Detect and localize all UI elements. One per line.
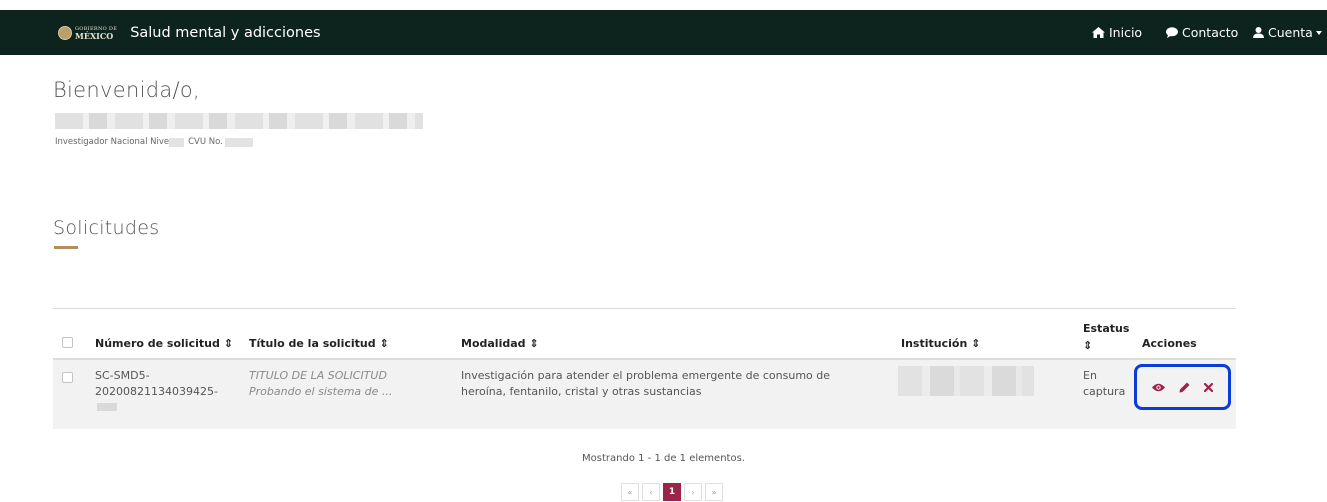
nav-cuenta-label: Cuenta: [1268, 25, 1313, 40]
cell-titulo: TITULO DE LA SOLICITUD Probando el siste…: [249, 369, 393, 398]
cvu-label: CVU No.: [188, 137, 223, 147]
col-numero-header[interactable]: Número de solicitud ⇕: [95, 337, 233, 350]
redacted-number-suffix: [97, 403, 117, 411]
top-navbar: GOBIERNO DE MÉXICO Salud mental y adicci…: [0, 10, 1327, 55]
welcome-heading: Bienvenida/o,: [53, 78, 201, 102]
col-estatus-header[interactable]: Estatus ⇕: [1083, 320, 1129, 354]
cell-estatus: En captura: [1083, 369, 1126, 398]
researcher-level-label: Investigador Nacional Nive: [55, 137, 170, 147]
eye-icon: [1152, 383, 1165, 391]
nav-contacto-label: Contacto: [1182, 25, 1239, 40]
researcher-info: Investigador Nacional Nive CVU No.: [55, 137, 253, 147]
pagination-summary: Mostrando 1 - 1 de 1 elementos.: [582, 453, 745, 464]
view-button[interactable]: [1152, 383, 1165, 392]
sort-icon: ⇕: [223, 337, 233, 350]
section-title: Solicitudes: [53, 217, 160, 239]
nav-inicio-label: Inicio: [1109, 25, 1143, 40]
pencil-icon: [1179, 382, 1190, 392]
logo-line2: MÉXICO: [75, 30, 114, 41]
gobierno-mexico-logo[interactable]: GOBIERNO DE MÉXICO: [58, 25, 117, 41]
home-icon: [1092, 27, 1105, 38]
redacted-cvu: [224, 137, 253, 147]
nav-contacto-link[interactable]: Contacto: [1166, 25, 1238, 40]
edit-button[interactable]: [1179, 382, 1190, 393]
pagination: « ‹ 1 › »: [621, 483, 723, 501]
comment-icon: [1166, 27, 1178, 38]
sort-icon: ⇕: [529, 337, 539, 350]
table-header: Número de solicitud ⇕ Título de la solic…: [53, 309, 1236, 360]
col-acciones-header: Acciones: [1142, 337, 1197, 350]
select-all-checkbox[interactable]: [62, 337, 73, 348]
solicitudes-table: Número de solicitud ⇕ Título de la solic…: [53, 308, 1236, 429]
cell-numero: SC-SMD5- 20200821134039425-: [95, 368, 218, 416]
col-institucion-header[interactable]: Institución ⇕: [901, 337, 980, 350]
close-icon: [1204, 382, 1213, 392]
delete-button[interactable]: [1204, 382, 1213, 392]
row-checkbox[interactable]: [62, 372, 73, 383]
cell-modalidad: Investigación para atender el problema e…: [461, 369, 831, 398]
sort-icon: ⇕: [379, 337, 389, 350]
col-titulo-header[interactable]: Título de la solicitud ⇕: [249, 337, 389, 350]
nav-inicio-link[interactable]: Inicio: [1092, 25, 1142, 40]
table-row[interactable]: SC-SMD5- 20200821134039425- TITULO DE LA…: [53, 360, 1236, 429]
sort-icon: ⇕: [1083, 339, 1093, 352]
row-actions: [1134, 364, 1231, 410]
app-title[interactable]: Salud mental y adicciones: [130, 25, 320, 41]
redacted-level: [169, 137, 185, 147]
pagination-page-1[interactable]: 1: [663, 483, 681, 501]
seal-icon: [58, 25, 72, 40]
user-icon: [1253, 27, 1264, 38]
section-underline: [54, 246, 78, 249]
pagination-last[interactable]: »: [705, 483, 723, 501]
nav-cuenta-dropdown[interactable]: Cuenta: [1253, 25, 1322, 40]
cell-institucion-redacted: [898, 366, 1034, 396]
sort-icon: ⇕: [971, 337, 981, 350]
pagination-prev[interactable]: ‹: [642, 483, 660, 501]
chevron-down-icon: [1315, 30, 1322, 35]
pagination-first[interactable]: «: [621, 483, 639, 501]
redacted-user-name: [55, 113, 423, 129]
pagination-next[interactable]: ›: [684, 483, 702, 501]
col-modalidad-header[interactable]: Modalidad ⇕: [461, 337, 539, 350]
